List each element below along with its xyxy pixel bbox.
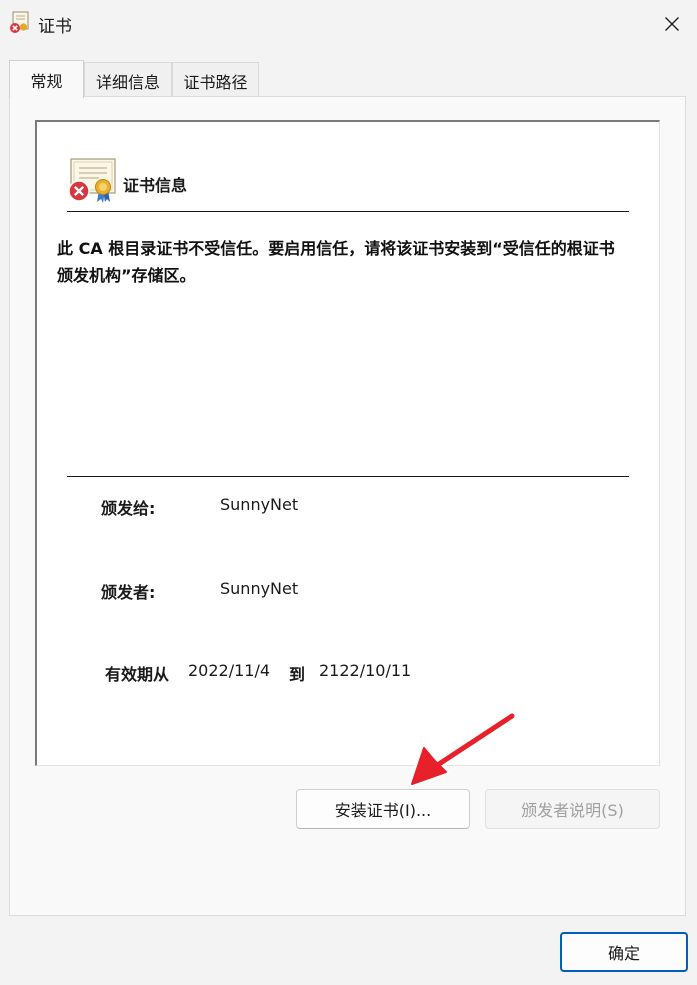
divider-middle <box>67 476 629 477</box>
window-title: 证书 <box>38 17 72 37</box>
valid-to-value: 2122/10/11 <box>319 661 412 680</box>
tab-details[interactable]: 详细信息 <box>84 62 172 98</box>
issued-to-label: 颁发给: <box>101 499 156 518</box>
issued-to-value: SunnyNet <box>220 495 299 514</box>
valid-from-label: 有效期从 <box>105 665 170 684</box>
issued-by-value: SunnyNet <box>220 579 299 598</box>
certificate-info-box: 证书信息 此 CA 根目录证书不受信任。要启用信任，请将该证书安装到“受信任的根… <box>35 120 660 766</box>
certificate-error-icon <box>68 158 116 203</box>
divider-top <box>67 211 629 212</box>
valid-to-label: 到 <box>289 665 306 684</box>
certificate-error-icon <box>10 11 29 33</box>
close-button[interactable] <box>650 6 694 42</box>
issuer-statement-button[interactable]: 颁发者说明(S) <box>485 789 660 829</box>
valid-from-value: 2022/11/4 <box>188 661 271 680</box>
section-title: 证书信息 <box>123 176 188 195</box>
title-bar: 证书 <box>0 0 697 46</box>
close-icon <box>665 17 679 31</box>
tab-strip: 常规 详细信息 证书路径 <box>0 60 697 98</box>
issued-by-label: 颁发者: <box>101 583 156 602</box>
tab-general[interactable]: 常规 <box>9 60 84 98</box>
install-certificate-button[interactable]: 安装证书(I)... <box>296 789 470 829</box>
tab-certification-path[interactable]: 证书路径 <box>172 62 259 98</box>
ok-button[interactable]: 确定 <box>560 932 688 972</box>
trust-warning-text: 此 CA 根目录证书不受信任。要启用信任，请将该证书安装到“受信任的根证书颁发机… <box>57 239 615 285</box>
